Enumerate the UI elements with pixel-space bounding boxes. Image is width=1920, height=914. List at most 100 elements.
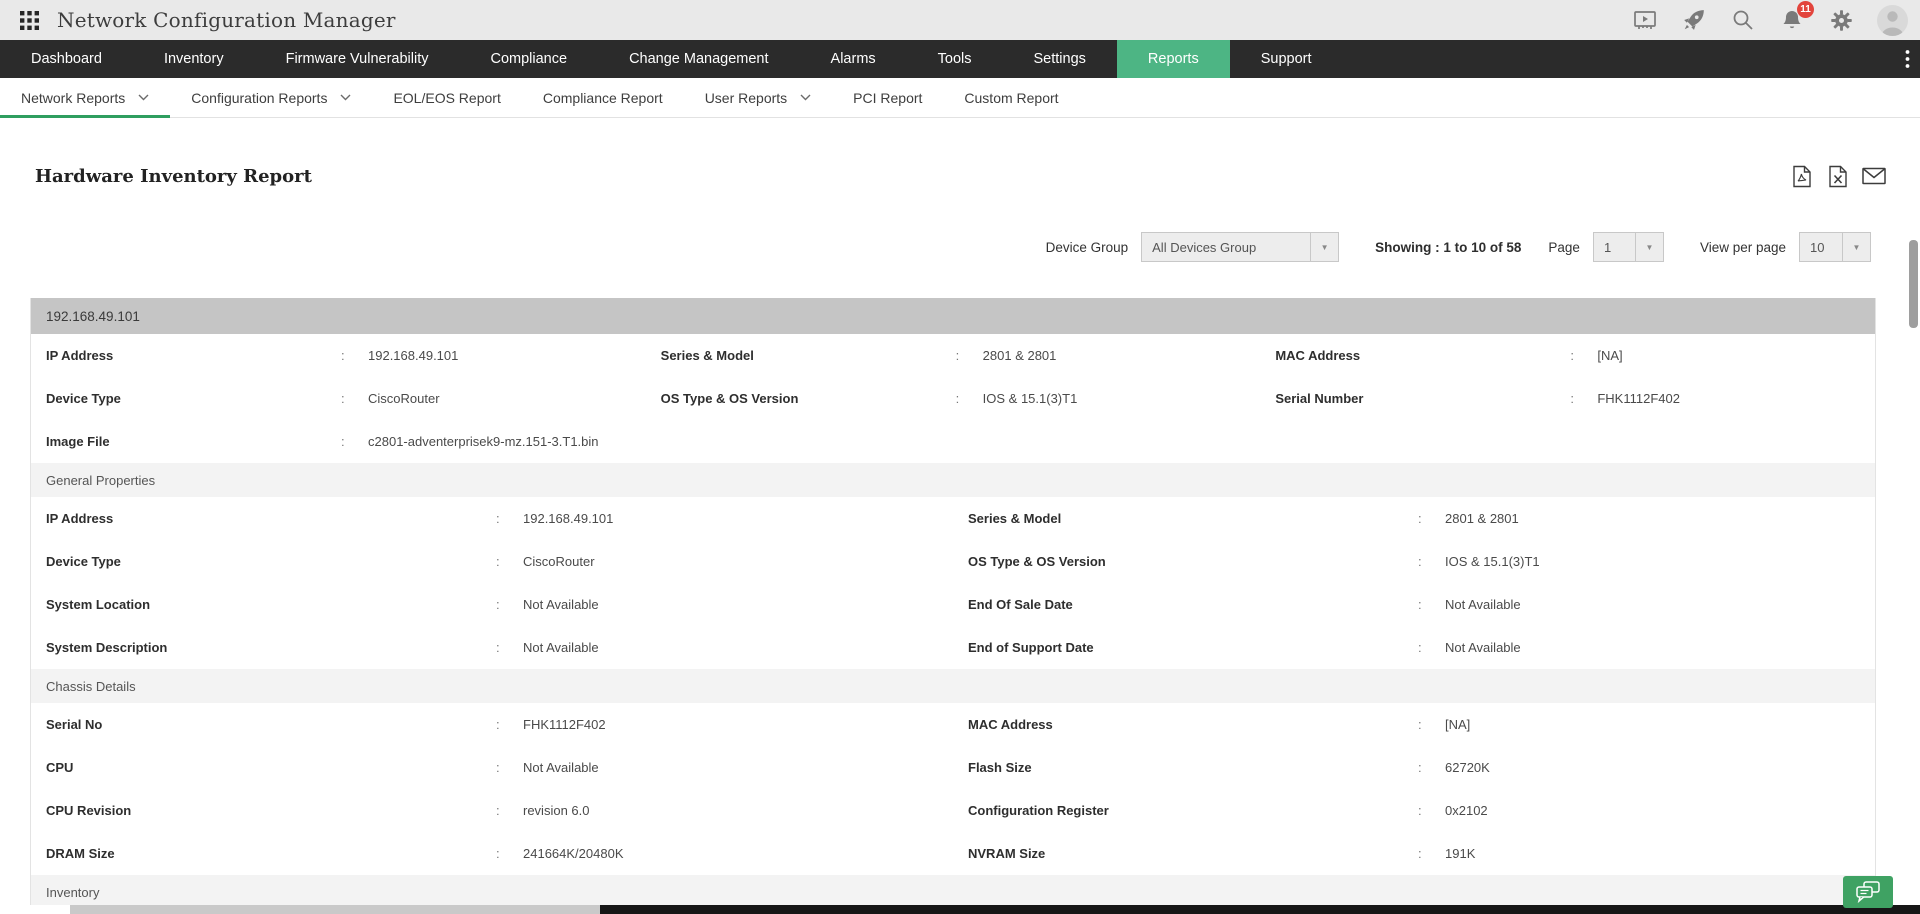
nav-item-firmware-vulnerability[interactable]: Firmware Vulnerability xyxy=(255,40,460,78)
nav-item-tools[interactable]: Tools xyxy=(907,40,1003,78)
colon xyxy=(1418,554,1434,569)
chat-bubbles-icon xyxy=(1856,881,1880,904)
chevron-down-icon xyxy=(340,94,351,101)
colon xyxy=(1570,391,1586,406)
field-label: System Location xyxy=(46,597,151,612)
field-value: [NA] xyxy=(1445,717,1471,732)
chevron-down-icon xyxy=(800,94,811,101)
horizontal-scrollbar-thumb[interactable] xyxy=(70,905,600,914)
field-label: Device Type xyxy=(46,391,121,406)
field-value: 62720K xyxy=(1445,760,1490,775)
field-value: [NA] xyxy=(1597,348,1623,363)
colon xyxy=(1418,640,1434,655)
nav-label: Settings xyxy=(1033,51,1086,67)
colon xyxy=(1418,511,1434,526)
page-title: Hardware Inventory Report xyxy=(35,165,312,187)
select-arrow-icon: ▼ xyxy=(1842,233,1870,261)
nav-label: Inventory xyxy=(163,51,224,67)
subnav-item-pci-report[interactable]: PCI Report xyxy=(832,78,943,117)
colon xyxy=(496,554,512,569)
hardware-inventory-table: 192.168.49.101 IP Address 192.168.49.101 … xyxy=(30,298,1876,910)
colon xyxy=(956,391,972,406)
field-label: Series & Model xyxy=(968,511,1062,526)
user-avatar[interactable] xyxy=(1877,4,1908,36)
nav-label: Alarms xyxy=(830,51,876,67)
field-label: DRAM Size xyxy=(46,846,115,861)
nav-label: Change Management xyxy=(629,51,769,67)
field-label: MAC Address xyxy=(968,717,1053,732)
field-value: 191K xyxy=(1445,846,1476,861)
field-value: 0x2102 xyxy=(1445,803,1488,818)
pdf-export-icon[interactable] xyxy=(1790,164,1814,188)
nav-item-reports[interactable]: Reports xyxy=(1116,40,1230,78)
nav-item-support[interactable]: Support xyxy=(1230,40,1343,78)
subnav-item-network-reports[interactable]: Network Reports xyxy=(0,78,171,118)
field-value: CiscoRouter xyxy=(368,391,440,406)
vertical-scrollbar-thumb[interactable] xyxy=(1909,240,1918,328)
field-value: IOS & 15.1(3)T1 xyxy=(1445,554,1540,569)
email-report-icon[interactable] xyxy=(1862,164,1886,188)
summary-row: Device Type CiscoRouter OS Type & OS Vers… xyxy=(31,377,1875,420)
field-label: Serial No xyxy=(46,717,103,732)
nav-item-dashboard[interactable]: Dashboard xyxy=(0,40,133,78)
horizontal-scrollbar-track[interactable] xyxy=(0,905,1920,914)
demo-player-icon[interactable] xyxy=(1632,8,1658,32)
more-options-kebab-icon[interactable] xyxy=(1905,40,1910,78)
subnav-label: Custom Report xyxy=(964,89,1059,106)
select-arrow-icon: ▼ xyxy=(1634,233,1663,261)
subnav-label: Configuration Reports xyxy=(191,89,328,106)
summary-row: Image File c2801-adventerprisek9-mz.151-3… xyxy=(31,420,1875,463)
field-label: Device Type xyxy=(46,554,121,569)
device-group-select[interactable]: All Devices Group ▼ xyxy=(1141,232,1340,262)
property-row: System Location Not Available End Of Sale… xyxy=(31,583,1875,626)
subnav-label: User Reports xyxy=(704,89,788,106)
property-row: IP Address 192.168.49.101 Series & Model 2… xyxy=(31,497,1875,540)
excel-export-icon[interactable] xyxy=(1826,164,1850,188)
colon xyxy=(1570,348,1586,363)
colon xyxy=(496,597,512,612)
nav-item-inventory[interactable]: Inventory xyxy=(133,40,255,78)
page-select[interactable]: 1 ▼ xyxy=(1592,232,1664,262)
device-group-label: Device Group xyxy=(1045,239,1129,255)
subnav-item-custom-report[interactable]: Custom Report xyxy=(943,78,1079,117)
subnav-label: Compliance Report xyxy=(542,89,663,106)
page-value: 1 xyxy=(1603,239,1612,255)
field-value: IOS & 15.1(3)T1 xyxy=(982,391,1078,406)
grid-menu-icon[interactable] xyxy=(16,8,42,32)
colon xyxy=(496,640,512,655)
horizontal-scrollbar-lead xyxy=(0,905,70,914)
search-icon[interactable] xyxy=(1730,8,1756,32)
field-label: NVRAM Size xyxy=(968,846,1046,861)
colon xyxy=(1418,717,1434,732)
nav-item-alarms[interactable]: Alarms xyxy=(800,40,907,78)
report-controls: Device Group All Devices Group ▼ Showing… xyxy=(0,232,1871,262)
field-value: Not Available xyxy=(523,640,599,655)
select-arrow-icon: ▼ xyxy=(1310,233,1338,261)
field-label: Image File xyxy=(46,434,110,449)
subnav-item-configuration-reports[interactable]: Configuration Reports xyxy=(170,78,372,117)
property-row: CPU Revision revision 6.0 Configuration R… xyxy=(31,789,1875,832)
property-row: System Description Not Available End of S… xyxy=(31,626,1875,669)
showing-range-text: Showing : 1 to 10 of 58 xyxy=(1375,239,1522,255)
colon xyxy=(496,760,512,775)
rocket-icon[interactable] xyxy=(1681,8,1707,32)
report-title-row: Hardware Inventory Report xyxy=(35,163,1886,189)
view-per-page-select[interactable]: 10 ▼ xyxy=(1799,232,1871,262)
nav-item-change-management[interactable]: Change Management xyxy=(598,40,799,78)
live-chat-button[interactable] xyxy=(1843,876,1893,908)
subnav-item-eol-eos-report[interactable]: EOL/EOS Report xyxy=(372,78,521,117)
field-label: System Description xyxy=(46,640,168,655)
field-value: 192.168.49.101 xyxy=(368,348,459,363)
field-value: Not Available xyxy=(523,760,599,775)
notifications-bell-icon[interactable]: 11 xyxy=(1779,1,1814,32)
colon xyxy=(496,511,512,526)
subnav-item-user-reports[interactable]: User Reports xyxy=(684,78,832,117)
nav-label: Dashboard xyxy=(31,51,102,67)
property-row: Serial No FHK1112F402 MAC Address [NA] xyxy=(31,703,1875,746)
page-label: Page xyxy=(1548,239,1580,255)
subnav-item-compliance-report[interactable]: Compliance Report xyxy=(522,78,684,117)
nav-item-compliance[interactable]: Compliance xyxy=(459,40,598,78)
nav-item-settings[interactable]: Settings xyxy=(1003,40,1117,78)
view-per-page-label: View per page xyxy=(1699,239,1786,255)
settings-gear-icon[interactable] xyxy=(1828,8,1854,32)
